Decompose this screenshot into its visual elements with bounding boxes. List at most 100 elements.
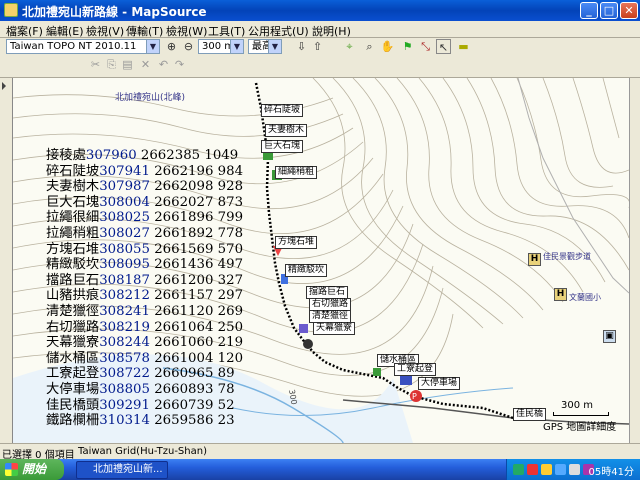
row-y: 2661892	[154, 225, 214, 241]
start-button[interactable]: 開始	[0, 459, 64, 480]
waypoint-label[interactable]: 工寮起登	[394, 363, 437, 376]
row-y: 2662385	[140, 148, 201, 163]
windows-flag-icon	[5, 463, 18, 476]
tray-icon[interactable]	[569, 464, 580, 475]
summit-label: 北加禮宛山(北峰)	[115, 93, 186, 103]
hand-tool-icon[interactable]: ✋	[380, 39, 395, 54]
paste-icon[interactable]: ▤	[120, 57, 135, 72]
row-y: 2660739	[154, 397, 214, 413]
tray-icon[interactable]	[541, 464, 552, 475]
vertical-scrollbar[interactable]	[629, 78, 640, 443]
zoom-level-select[interactable]: 300 m ▼	[198, 39, 244, 54]
row-alt: 984	[217, 163, 244, 179]
tray-icon[interactable]	[513, 464, 524, 475]
expand-arrow-icon[interactable]	[2, 82, 10, 90]
receive-icon[interactable]: ⇩	[294, 39, 309, 54]
camera-icon[interactable]: ▣	[603, 330, 616, 343]
cut-icon[interactable]: ✂	[88, 57, 103, 72]
map-view[interactable]: P 300 接稜處307960 2662385 1049 碎石陡坡307941 2…	[13, 78, 629, 443]
undo-icon[interactable]: ↶	[156, 57, 171, 72]
menu-utilities[interactable]: 公用程式(U)	[248, 23, 309, 39]
route-tool-icon[interactable]: ⤡	[418, 39, 433, 54]
waypoint-label[interactable]: 方塊石堆	[275, 236, 318, 249]
waypoint-tool-icon[interactable]: ⚑	[400, 39, 415, 54]
detail-select[interactable]: 最高 ▼	[248, 39, 282, 54]
row-x: 308055	[99, 241, 150, 257]
hostel-icon[interactable]: H	[528, 253, 541, 266]
menu-find[interactable]: 檢視(V)	[86, 23, 124, 39]
row-alt: 1049	[204, 148, 239, 163]
close-button[interactable]: ✕	[620, 2, 638, 19]
row-alt: 928	[217, 179, 244, 195]
coordinate-table-row: 碎石陡坡307941 2662196 984	[46, 164, 243, 180]
coordinate-table-row: 拉繩很細308025 2661896 799	[46, 210, 243, 226]
row-x: 308187	[99, 272, 150, 288]
hostel-icon[interactable]: H	[554, 288, 567, 301]
row-alt: 799	[217, 210, 244, 226]
measure-tool-icon[interactable]: ▬	[456, 39, 471, 54]
row-alt: 52	[217, 397, 235, 413]
chevron-down-icon[interactable]: ▼	[146, 40, 159, 53]
row-alt: 89	[217, 366, 235, 382]
row-name: 方塊石堆	[46, 241, 100, 257]
chevron-down-icon[interactable]: ▼	[268, 40, 281, 53]
map-product-value: Taiwan TOPO NT 2010.11	[10, 41, 137, 52]
start-label: 開始	[22, 462, 47, 476]
hunter-icon	[303, 339, 313, 349]
menu-bar: 檔案(F) 編輯(E) 檢視(V) 傳輸(T) 檢視(W) 工具(T) 公用程式…	[0, 21, 640, 38]
redo-icon[interactable]: ↷	[172, 57, 187, 72]
waypoint-label[interactable]: 大停車場	[418, 377, 461, 390]
row-x: 308805	[99, 381, 150, 397]
chevron-down-icon[interactable]: ▼	[230, 40, 243, 53]
menu-tools[interactable]: 工具(T)	[208, 23, 245, 39]
waypoint-label[interactable]: 巨大石塊	[261, 140, 304, 153]
coordinate-table-row: 拉繩稍粗308027 2661892 778	[46, 226, 243, 242]
zoom-in-icon[interactable]: ⊕	[164, 39, 179, 54]
row-name: 精緻駁坎	[46, 257, 100, 273]
delete-icon[interactable]: ✕	[138, 57, 153, 72]
waypoint-label[interactable]: 佳民橋	[513, 408, 547, 421]
row-x: 308722	[99, 366, 150, 382]
waypoint-label[interactable]: 天幕獵寮	[313, 322, 356, 335]
minimize-button[interactable]: _	[580, 2, 598, 19]
row-x: 308025	[99, 210, 150, 226]
coordinate-table-row: 精緻駁坎308095 2661436 497	[46, 257, 243, 273]
waypoint-label[interactable]: 夫妻樹木	[265, 124, 308, 137]
collapsed-sidebar[interactable]	[0, 78, 13, 443]
row-name: 天幕獵寮	[46, 335, 100, 351]
taskbar-item-mapsource[interactable]: 北加禮宛山新...	[76, 461, 168, 479]
row-name: 儲水桶區	[46, 350, 100, 366]
row-y: 2660893	[154, 381, 214, 397]
coordinate-table: 接稜處307960 2662385 1049 碎石陡坡307941 2662196…	[46, 148, 243, 429]
title-bar[interactable]: 北加禮宛山新路線 - MapSource _ □ ✕	[0, 0, 640, 21]
row-alt: 250	[217, 319, 244, 335]
row-x: 308219	[99, 319, 150, 335]
row-name: 右切獵路	[46, 319, 100, 335]
menu-transfer[interactable]: 傳輸(T)	[126, 23, 163, 39]
row-name: 清楚獵徑	[46, 303, 100, 319]
menu-help[interactable]: 說明(H)	[312, 23, 351, 39]
row-x: 308578	[99, 350, 150, 366]
row-x: 307987	[99, 179, 150, 195]
row-x: 308004	[99, 194, 150, 210]
maximize-button[interactable]: □	[600, 2, 618, 19]
coordinate-table-row: 工寮起登308722 2660965 89	[46, 366, 243, 382]
copy-icon[interactable]: ⎘	[104, 57, 119, 72]
pointer-tool-icon[interactable]: ↖	[436, 39, 451, 54]
tray-icon[interactable]	[527, 464, 538, 475]
row-alt: 297	[217, 288, 244, 304]
waypoint-label[interactable]: 精緻駁坎	[285, 264, 328, 277]
coordinate-table-row: 擋路巨石308187 2661200 327	[46, 273, 243, 289]
waypoint-label[interactable]: 碎石陡坡	[261, 104, 304, 117]
select-tool-icon[interactable]: ⌖	[342, 39, 357, 54]
menu-file[interactable]: 檔案(F)	[6, 23, 43, 39]
menu-view[interactable]: 檢視(W)	[166, 23, 207, 39]
menu-edit[interactable]: 編輯(E)	[46, 23, 84, 39]
zoom-out-icon[interactable]: ⊖	[181, 39, 196, 54]
map-product-select[interactable]: Taiwan TOPO NT 2010.11 ▼	[6, 39, 160, 54]
zoom-tool-icon[interactable]: ⌕	[362, 39, 377, 54]
waypoint-label[interactable]: 細繩稍粗	[275, 166, 318, 179]
row-alt: 120	[217, 350, 244, 366]
send-icon[interactable]: ⇧	[310, 39, 325, 54]
tray-icon[interactable]	[555, 464, 566, 475]
